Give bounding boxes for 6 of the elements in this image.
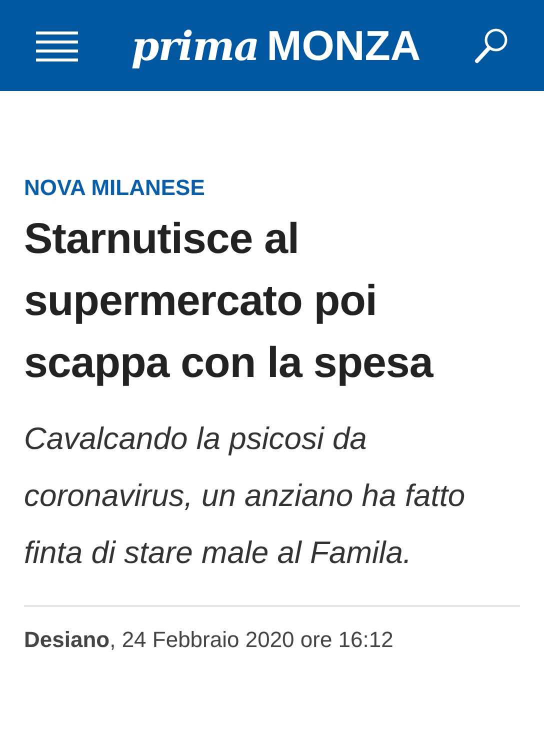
article-title: Starnutisce al supermercato poi scappa con la spesa <box>24 214 434 389</box>
article-subtitle: Cavalcando la psicosi da coronavirus, un anziano ha fatto finta di stare male al Famila. <box>24 420 466 572</box>
menu-icon[interactable] <box>36 30 78 62</box>
article-byline: Desiano, 24 Febbraio 2020 ore 16:12 <box>24 626 394 654</box>
category-label[interactable]: NOVA MILANESE <box>24 171 520 204</box>
search-icon[interactable] <box>474 28 508 64</box>
